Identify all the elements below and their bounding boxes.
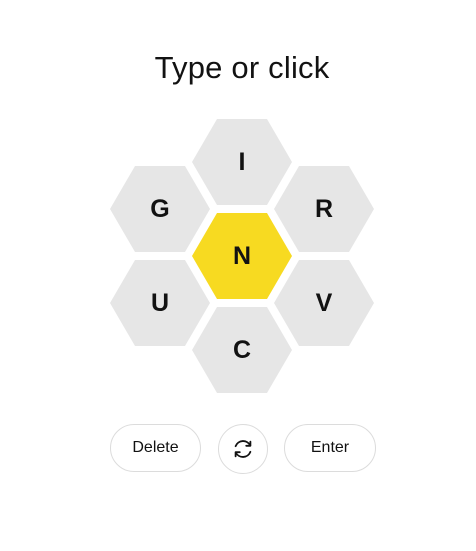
- enter-button[interactable]: Enter: [284, 424, 376, 472]
- hive-cell-lower-left[interactable]: U: [110, 260, 210, 346]
- delete-button[interactable]: Delete: [110, 424, 201, 472]
- hive-cell-top[interactable]: I: [192, 119, 292, 205]
- letter-bottom: C: [232, 335, 252, 364]
- letter-lower-left: U: [150, 288, 170, 317]
- hive-cell-upper-right[interactable]: R: [274, 166, 374, 252]
- shuffle-icon: [231, 437, 255, 461]
- hive-cell-lower-right[interactable]: V: [274, 260, 374, 346]
- hive-cell-upper-left[interactable]: G: [110, 166, 210, 252]
- letter-upper-left: G: [150, 194, 170, 223]
- letter-center: N: [232, 241, 252, 270]
- letter-lower-right: V: [315, 288, 333, 317]
- hive-cell-bottom[interactable]: C: [192, 307, 292, 393]
- letter-upper-right: R: [314, 194, 334, 223]
- shuffle-button[interactable]: [218, 424, 268, 474]
- hive-cell-center[interactable]: N: [192, 213, 292, 299]
- letter-top: I: [238, 147, 246, 176]
